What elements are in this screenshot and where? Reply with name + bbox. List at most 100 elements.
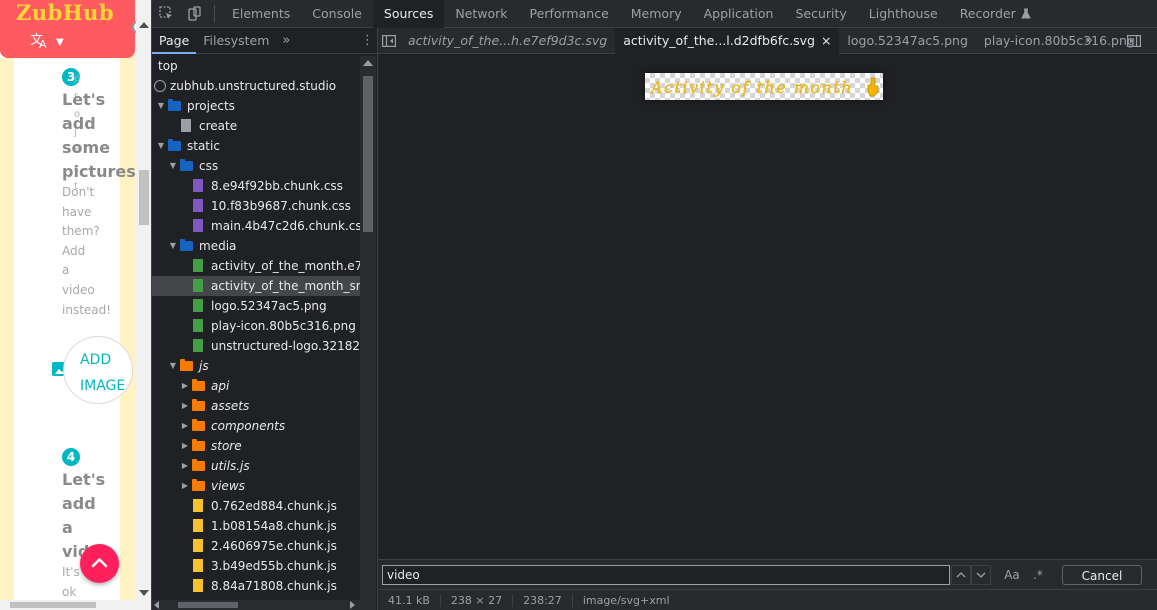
tree-item-label: unstructured-logo.3218289e.	[211, 339, 360, 353]
app-horizontal-scrollbar[interactable]	[0, 600, 136, 610]
editor-tab[interactable]: activity_of_the...h.e7ef9d3c.svg	[400, 28, 615, 54]
tree-horizontal-scrollbar[interactable]	[152, 600, 360, 610]
folder-icon	[168, 96, 182, 116]
preview-text: Activity of the month	[649, 78, 853, 97]
panel-tab-lighthouse[interactable]: Lighthouse	[858, 0, 949, 28]
tree-item[interactable]: 10.f83b9687.chunk.css	[152, 196, 360, 216]
editor-tab[interactable]: activity_of_the...l.d2dfb6fc.svg ×	[615, 27, 840, 54]
tree-item[interactable]: unstructured-logo.3218289e.	[152, 336, 360, 356]
folder-icon	[180, 356, 194, 376]
tree-item[interactable]: play-icon.80b5c316.png	[152, 316, 360, 336]
add-image-button[interactable]: ADD IMAGE	[63, 336, 133, 404]
tree-folder[interactable]: ▶ assets	[152, 396, 360, 416]
match-case-button[interactable]: Aa	[1002, 565, 1022, 585]
triangle-right-icon[interactable]: ▶	[180, 456, 190, 476]
tree-item[interactable]: 1.b08154a8.chunk.js	[152, 516, 360, 536]
triangle-right-icon[interactable]: ▶	[180, 476, 190, 496]
toggle-navigator-icon[interactable]	[378, 28, 400, 54]
triangle-right-icon[interactable]: ▶	[180, 376, 190, 396]
tree-item[interactable]: zubhub.unstructured.studio	[152, 76, 360, 96]
panel-tab-recorder[interactable]: Recorder	[949, 0, 1027, 28]
tab-page[interactable]: Page	[152, 28, 197, 54]
panel-tab-security[interactable]: Security	[784, 0, 857, 28]
tree-item[interactable]: create	[152, 116, 360, 136]
tree-folder[interactable]: ▶ utils.js	[152, 456, 360, 476]
editor-tabs: activity_of_the...h.e7ef9d3c.svg activity…	[378, 27, 1157, 54]
find-previous-button[interactable]	[951, 565, 971, 585]
panel-tab-memory[interactable]: Memory	[620, 0, 693, 28]
file-icon	[192, 536, 206, 556]
tree-folder[interactable]: ▼ js	[152, 356, 360, 376]
panel-tab-network[interactable]: Network	[444, 0, 518, 28]
scroll-up-arrow-icon[interactable]	[139, 22, 149, 28]
tree-folder[interactable]: ▼ projects	[152, 96, 360, 116]
tree-item[interactable]: 8.e94f92bb.chunk.css	[152, 176, 360, 196]
panel-tab-sources[interactable]: Sources	[372, 0, 445, 28]
triangle-right-icon[interactable]: ▶	[180, 436, 190, 456]
scroll-down-arrow-icon[interactable]	[139, 590, 149, 596]
kebab-menu-icon[interactable]: ⋮	[361, 33, 374, 49]
more-tabs-icon[interactable]: »	[1085, 28, 1093, 54]
triangle-down-icon[interactable]: ▼	[168, 236, 178, 256]
tree-item[interactable]: main.4b47c2d6.chunk.css	[152, 216, 360, 236]
image-preview-area: Activity of the month	[378, 54, 1157, 559]
scrollbar-thumb[interactable]	[363, 76, 373, 232]
scroll-left-arrow-icon[interactable]	[154, 601, 159, 609]
tree-folder[interactable]: ▶ views	[152, 476, 360, 496]
inspect-element-icon[interactable]	[152, 0, 180, 28]
panel-tab-application[interactable]: Application	[693, 0, 785, 28]
file-tree: top zubhub.unstructured.studio ▼ projects cr…	[152, 56, 360, 610]
cancel-button[interactable]: Cancel	[1062, 565, 1142, 585]
chevron-down-icon: ▼	[56, 36, 64, 48]
search-input[interactable]	[382, 565, 950, 585]
tree-item[interactable]: activity_of_the_month.e7ef9d	[152, 256, 360, 276]
tree-item-label: 0.762ed884.chunk.js	[211, 499, 337, 513]
device-toolbar-icon[interactable]	[180, 0, 208, 28]
triangle-down-icon[interactable]: ▼	[156, 136, 166, 156]
triangle-down-icon[interactable]: ▼	[168, 356, 178, 376]
scrollbar-thumb[interactable]	[10, 602, 96, 608]
find-next-button[interactable]	[971, 565, 991, 585]
language-selector[interactable]: 文A ▼	[30, 30, 74, 54]
tree-item[interactable]: activity_of_the_month_small.c	[152, 276, 360, 296]
tree-item-label: views	[211, 479, 245, 493]
tree-folder[interactable]: ▶ components	[152, 416, 360, 436]
tab-filesystem[interactable]: Filesystem	[196, 28, 276, 54]
scrollbar-thumb[interactable]	[178, 602, 238, 608]
more-tabs-icon[interactable]: »	[276, 33, 296, 48]
tree-folder[interactable]: ▶ store	[152, 436, 360, 456]
toggle-debugger-icon[interactable]	[1123, 28, 1145, 54]
editor-tab[interactable]: logo.52347ac5.png	[839, 28, 975, 54]
scroll-up-arrow-icon[interactable]	[363, 60, 373, 66]
editor-tab[interactable]: play-icon.80b5c316.png	[976, 28, 1143, 54]
tree-item[interactable]: 8.84a71808.chunk.js	[152, 576, 360, 596]
panel-tab-elements[interactable]: Elements	[221, 0, 301, 28]
tree-folder[interactable]: ▶ api	[152, 376, 360, 396]
tree-item[interactable]: logo.52347ac5.png	[152, 296, 360, 316]
close-icon[interactable]: ×	[821, 28, 831, 54]
scrollbar-thumb[interactable]	[139, 170, 149, 225]
file-icon	[192, 296, 206, 316]
scroll-to-top-button[interactable]	[80, 544, 119, 583]
tree-item[interactable]: top	[152, 56, 360, 76]
app-vertical-scrollbar[interactable]	[136, 0, 151, 610]
file-icon	[192, 276, 206, 296]
triangle-down-icon[interactable]: ▼	[168, 156, 178, 176]
zubhub-logo[interactable]: ZubHub	[16, 0, 114, 25]
tree-item[interactable]: 3.b49ed55b.chunk.js	[152, 556, 360, 576]
triangle-down-icon[interactable]: ▼	[156, 96, 166, 116]
panel-tab-console[interactable]: Console	[301, 0, 373, 28]
panel-tab-performance[interactable]: Performance	[519, 0, 620, 28]
tree-vertical-scrollbar[interactable]	[360, 56, 376, 610]
tree-folder[interactable]: ▼ media	[152, 236, 360, 256]
triangle-right-icon[interactable]: ▶	[180, 396, 190, 416]
tree-item[interactable]: 0.762ed884.chunk.js	[152, 496, 360, 516]
tree-item[interactable]: 2.4606975e.chunk.js	[152, 536, 360, 556]
scroll-right-arrow-icon[interactable]	[350, 601, 355, 609]
mime-type: image/svg+xml	[582, 593, 670, 607]
tree-folder[interactable]: ▼ css	[152, 156, 360, 176]
triangle-right-icon[interactable]: ▶	[180, 416, 190, 436]
step-number: 4	[62, 448, 80, 466]
tree-folder[interactable]: ▼ static	[152, 136, 360, 156]
regex-button[interactable]: .*	[1028, 565, 1048, 585]
